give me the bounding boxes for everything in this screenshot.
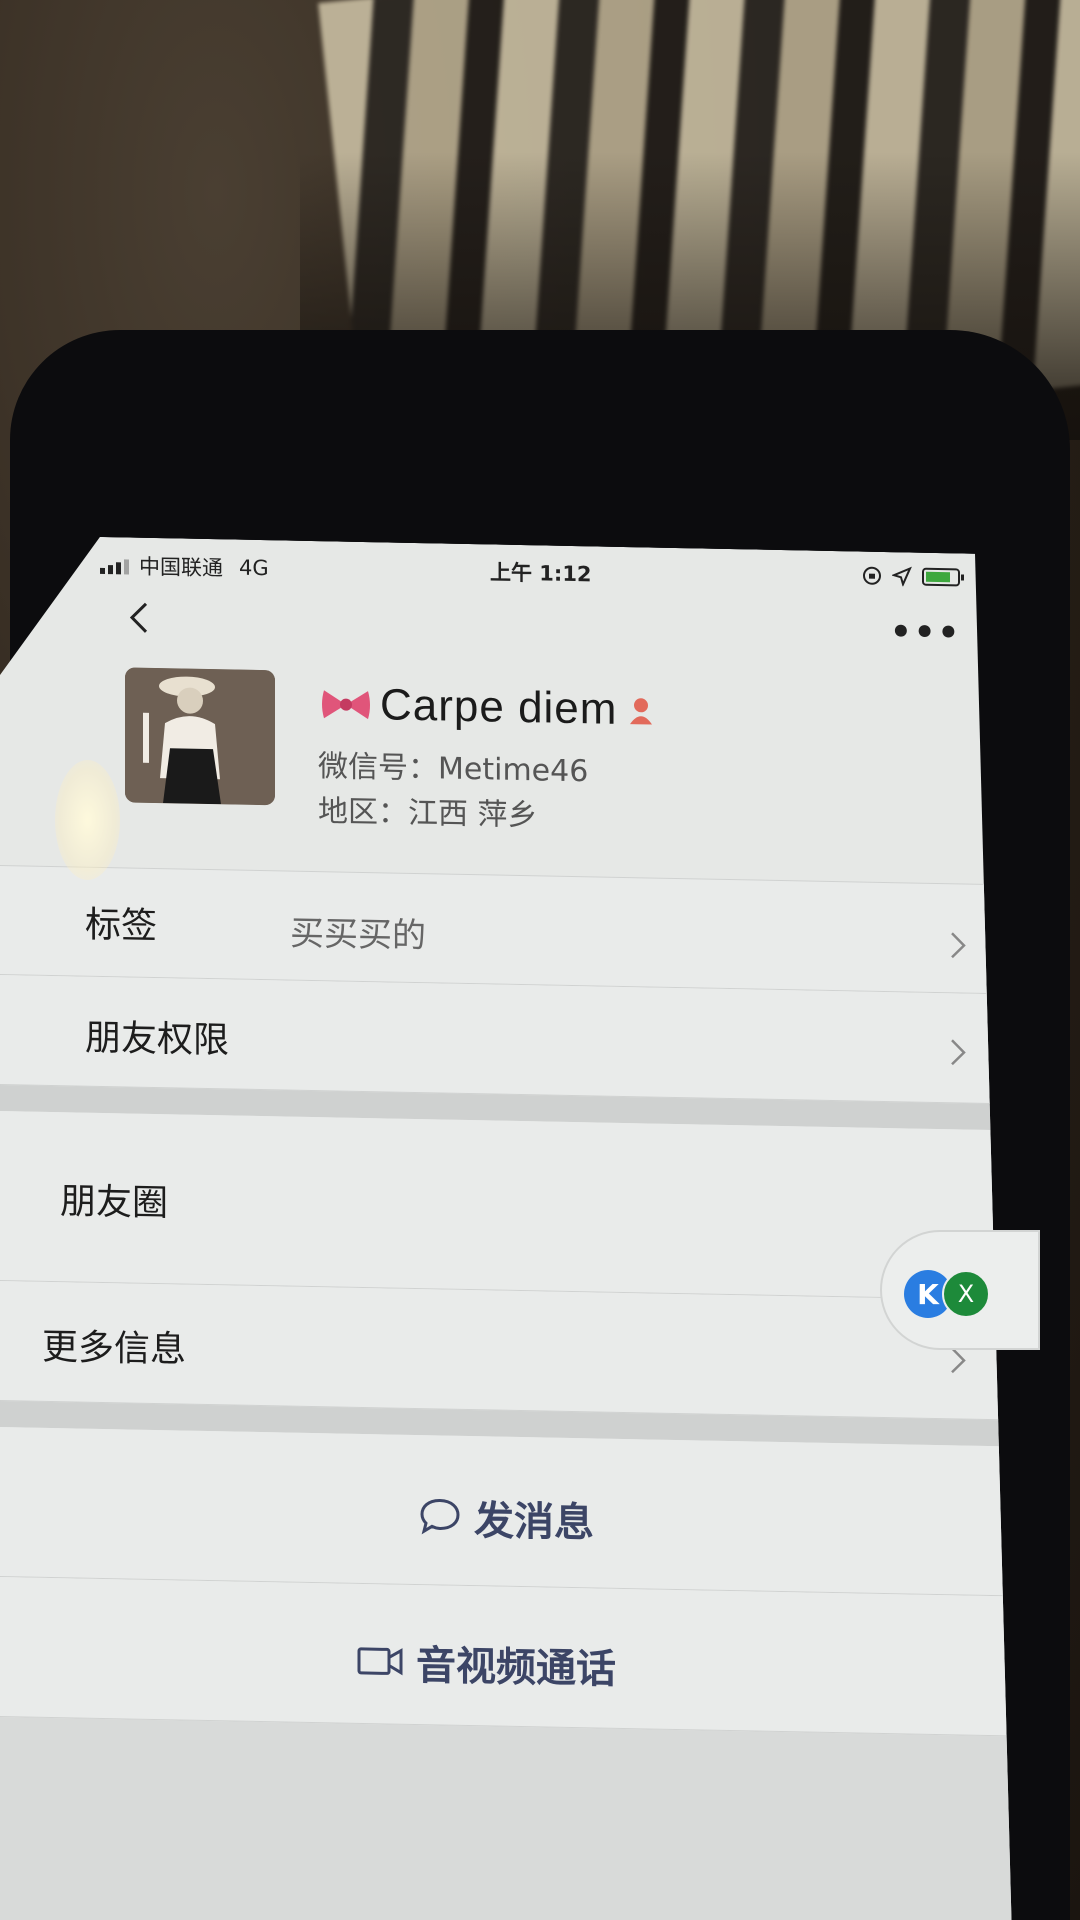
tags-value: 买买买的 [290, 913, 426, 957]
signal-icon [100, 556, 129, 575]
send-message-button[interactable]: 发消息 [0, 1479, 1012, 1556]
bottom-area [0, 1717, 1012, 1920]
floating-widget[interactable]: K X [880, 1230, 1040, 1350]
nickname-row: Carpe diem [320, 679, 657, 735]
profile-header: Carpe diem 微信号：Metime46 地区：江西 萍乡 [125, 667, 925, 832]
send-message-row[interactable]: 发消息 [0, 1427, 1012, 1596]
status-bar: 中国联通 4G 上午 1:12 [100, 545, 970, 602]
light-glare [55, 760, 120, 880]
moments-label: 朋友圈 [60, 1181, 169, 1225]
chat-bubble-icon [418, 1496, 462, 1537]
nickname: Carpe diem [380, 680, 618, 734]
permissions-label: 朋友权限 [85, 1017, 230, 1062]
tags-row[interactable]: 标签 买买买的 [0, 865, 1012, 994]
region: 地区：江西 萍乡 [318, 794, 538, 834]
av-call-button[interactable]: 音视频通话 [0, 1625, 992, 1702]
friend-permissions-row[interactable]: 朋友权限 [0, 975, 1012, 1104]
status-time: 上午 1:12 [490, 560, 592, 587]
location-icon [892, 566, 912, 586]
video-camera-icon [356, 1644, 404, 1679]
av-call-row[interactable]: 音视频通话 [0, 1577, 1012, 1736]
av-call-label: 音视频通话 [416, 1642, 616, 1693]
more-info-row[interactable]: 更多信息 [0, 1281, 1012, 1420]
tags-label: 标签 [85, 904, 158, 948]
send-message-label: 发消息 [474, 1498, 594, 1547]
gender-female-icon [625, 694, 657, 727]
more-info-label: 更多信息 [42, 1326, 187, 1371]
bow-icon [320, 684, 372, 725]
wechat-id: 微信号：Metime46 [318, 749, 589, 790]
orientation-lock-icon [862, 566, 882, 586]
avatar[interactable] [125, 667, 275, 805]
x-app-icon[interactable]: X [942, 1270, 990, 1318]
phone-screen: 中国联通 4G 上午 1:12 ••• Carpe diem 微信号：Metim… [0, 535, 1012, 1920]
status-icons [862, 566, 960, 588]
moments-row[interactable]: 朋友圈 [0, 1111, 1012, 1300]
more-options-icon[interactable]: ••• [890, 612, 961, 653]
photo-scene: 中国联通 4G 上午 1:12 ••• Carpe diem 微信号：Metim… [0, 0, 1080, 1920]
chevron-right-icon [949, 930, 967, 960]
carrier-name: 中国联通 [139, 554, 223, 581]
network-type: 4G [239, 555, 269, 581]
battery-icon [922, 568, 960, 587]
back-icon[interactable] [120, 597, 160, 638]
chevron-right-icon [949, 1037, 967, 1067]
